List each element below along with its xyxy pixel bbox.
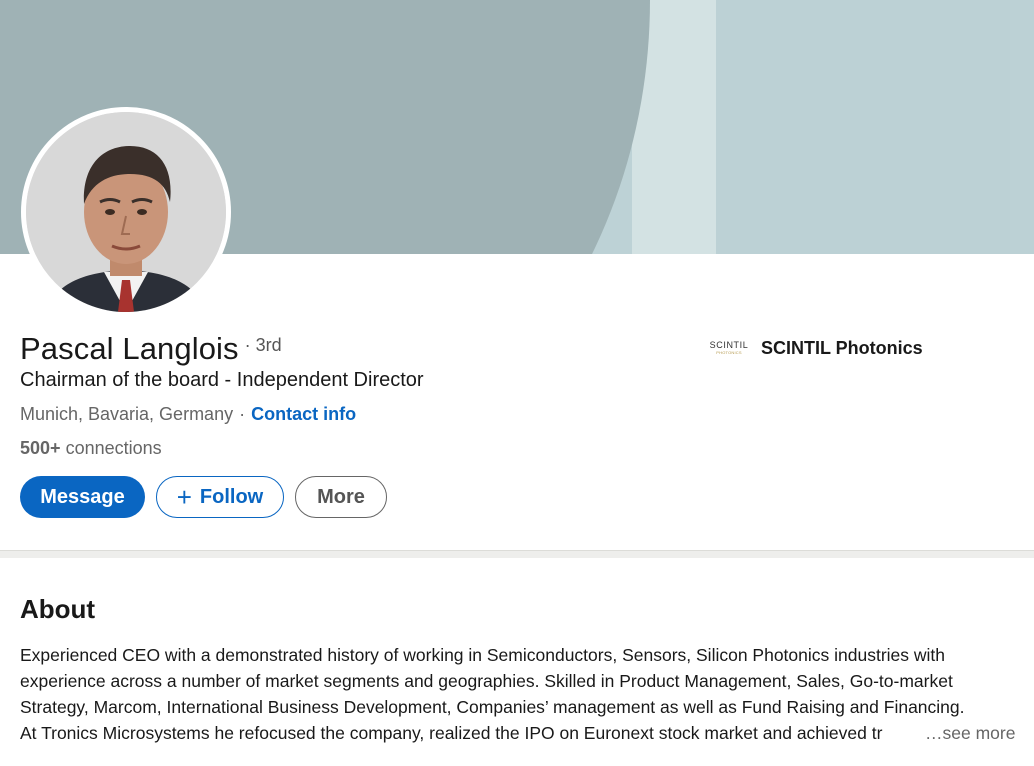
connections-number: 500+ xyxy=(20,438,61,458)
profile-top-card: Pascal Langlois · 3rd Chairman of the bo… xyxy=(0,0,1034,550)
section-divider xyxy=(0,550,1034,558)
current-company-link[interactable]: SCINTIL PHOTONICS SCINTIL Photonics xyxy=(709,337,923,359)
connections-label: connections xyxy=(65,438,162,458)
scintil-logo-icon: SCINTIL PHOTONICS xyxy=(709,337,749,359)
about-line: Strategy, Marcom, International Business… xyxy=(20,697,965,717)
company-name: SCINTIL Photonics xyxy=(761,337,923,358)
profile-name: Pascal Langlois xyxy=(20,331,239,366)
message-button[interactable]: Message xyxy=(20,476,145,518)
about-line: Experienced CEO with a demonstrated hist… xyxy=(20,645,946,665)
more-button[interactable]: More xyxy=(295,476,387,518)
see-more-link[interactable]: …see more xyxy=(925,720,1015,746)
about-line: At Tronics Microsystems he refocused the… xyxy=(20,723,883,743)
connection-degree-badge: · 3rd xyxy=(244,335,282,355)
name-row: Pascal Langlois · 3rd xyxy=(20,331,282,367)
company-logo-text: SCINTIL xyxy=(709,339,749,350)
plus-icon: + xyxy=(176,482,192,512)
location-row: Munich, Bavaria, Germany · Contact info xyxy=(20,404,356,425)
banner-right-block xyxy=(716,0,1034,254)
profile-page: Pascal Langlois · 3rd Chairman of the bo… xyxy=(0,0,1034,766)
location-separator: · xyxy=(239,404,246,424)
company-logo-subtext: PHOTONICS xyxy=(716,349,742,355)
about-last-line: At Tronics Microsystems he refocused the… xyxy=(20,720,1020,746)
connections-count[interactable]: 500+ connections xyxy=(20,438,162,459)
about-section: About Experienced CEO with a demonstrate… xyxy=(0,558,1034,766)
profile-actions: Message + Follow More xyxy=(20,476,387,518)
person-photo-icon xyxy=(26,112,226,312)
follow-label: Follow xyxy=(199,485,264,508)
about-line: experience across a number of market seg… xyxy=(20,671,953,691)
profile-location: Munich, Bavaria, Germany xyxy=(20,404,234,424)
follow-button[interactable]: + Follow xyxy=(156,476,284,518)
about-title: About xyxy=(20,594,96,624)
profile-photo-avatar[interactable] xyxy=(21,107,231,317)
about-text: Experienced CEO with a demonstrated hist… xyxy=(20,642,1020,746)
profile-headline: Chairman of the board - Independent Dire… xyxy=(20,369,424,391)
contact-info-link[interactable]: Contact info xyxy=(251,404,356,425)
